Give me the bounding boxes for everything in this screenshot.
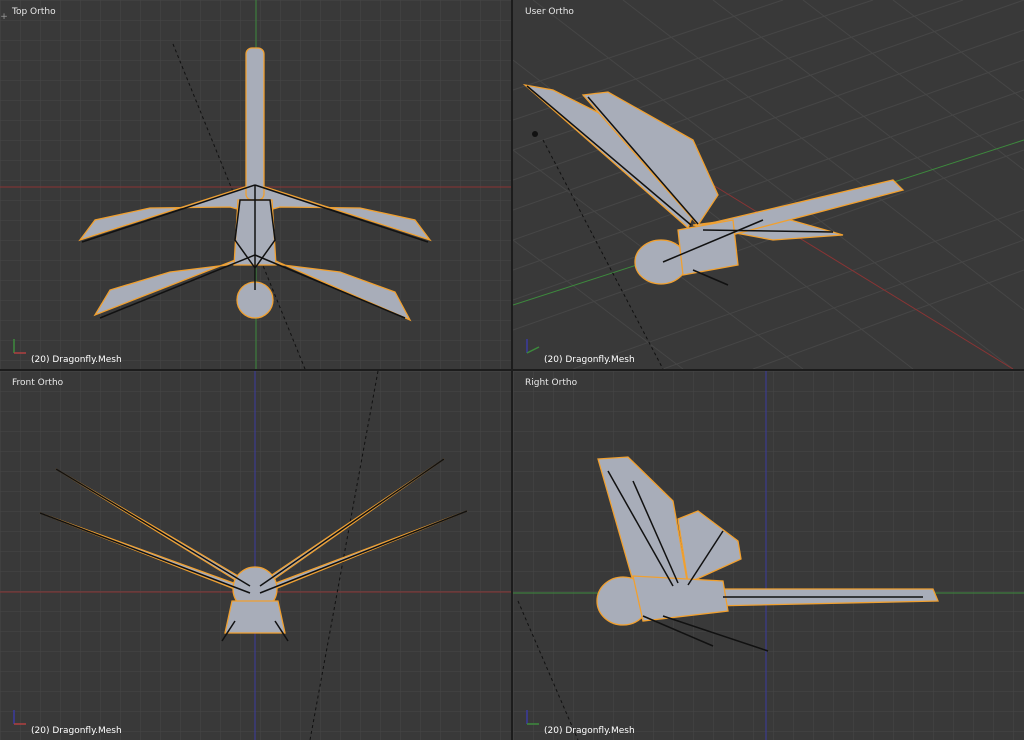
viewport-user-ortho[interactable]: User Ortho (20) Dragonfly.Mesh — [513, 0, 1024, 369]
dragonfly-mesh — [522, 83, 905, 285]
viewport-horizontal-divider[interactable] — [0, 369, 1024, 371]
viewport-scene — [0, 371, 511, 740]
viewport-scene — [513, 0, 1024, 369]
axes-gizmo-icon — [526, 339, 540, 354]
viewport-right-ortho[interactable]: Right Ortho (20) Dragonfly.Mesh — [513, 371, 1024, 740]
viewport-status: (20) Dragonfly.Mesh — [544, 726, 635, 736]
viewport-front-ortho[interactable]: Front Ortho (20) Dragonfly.Mesh — [0, 371, 511, 740]
viewport-title: Top Ortho — [12, 7, 56, 17]
viewport-scene — [0, 0, 511, 369]
viewport-status: (20) Dragonfly.Mesh — [31, 726, 122, 736]
viewport-status: (20) Dragonfly.Mesh — [544, 355, 635, 365]
axes-gizmo-icon — [526, 710, 539, 725]
viewport-title: User Ortho — [525, 7, 574, 17]
viewport-scene — [513, 371, 1024, 740]
light-icon — [532, 131, 538, 137]
viewport-top-ortho[interactable]: + Top Ortho (20) Dragonfly.Mesh — [0, 0, 511, 369]
viewport-split-widget[interactable]: + — [0, 12, 8, 22]
viewport-status: (20) Dragonfly.Mesh — [31, 355, 122, 365]
viewport-title: Front Ortho — [12, 378, 64, 388]
axes-gizmo-icon — [13, 710, 26, 725]
axes-gizmo-icon — [13, 339, 26, 354]
viewport-title: Right Ortho — [525, 378, 578, 388]
